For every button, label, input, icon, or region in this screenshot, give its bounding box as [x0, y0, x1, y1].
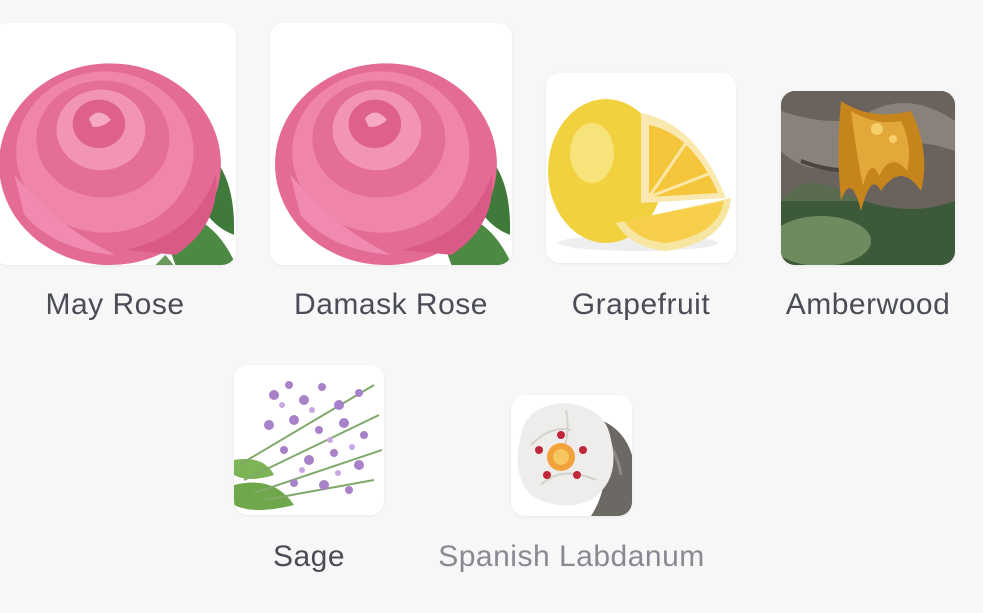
sage-icon [234, 365, 384, 515]
grapefruit-icon [546, 73, 736, 263]
note-card-may-rose[interactable] [0, 23, 236, 265]
note-card-amberwood[interactable] [781, 91, 955, 265]
note-card-spanish-labdanum[interactable] [511, 395, 632, 516]
amberwood-icon [781, 91, 955, 265]
note-card-damask-rose[interactable] [270, 23, 512, 265]
note-label-amberwood: Amberwood [785, 288, 951, 321]
damask-rose-icon [270, 23, 512, 265]
notes-grid: May Rose Damask Rose Grapefruit Amberwoo… [0, 0, 983, 613]
labdanum-icon [511, 395, 632, 516]
note-label-sage: Sage [272, 540, 346, 573]
note-label-grapefruit: Grapefruit [571, 288, 711, 321]
note-label-spanish-labdanum: Spanish Labdanum [438, 540, 705, 573]
note-label-may-rose: May Rose [45, 288, 185, 321]
note-card-sage[interactable] [234, 365, 384, 515]
note-card-grapefruit[interactable] [546, 73, 736, 263]
may-rose-icon [0, 23, 236, 265]
note-label-damask-rose: Damask Rose [294, 288, 488, 321]
